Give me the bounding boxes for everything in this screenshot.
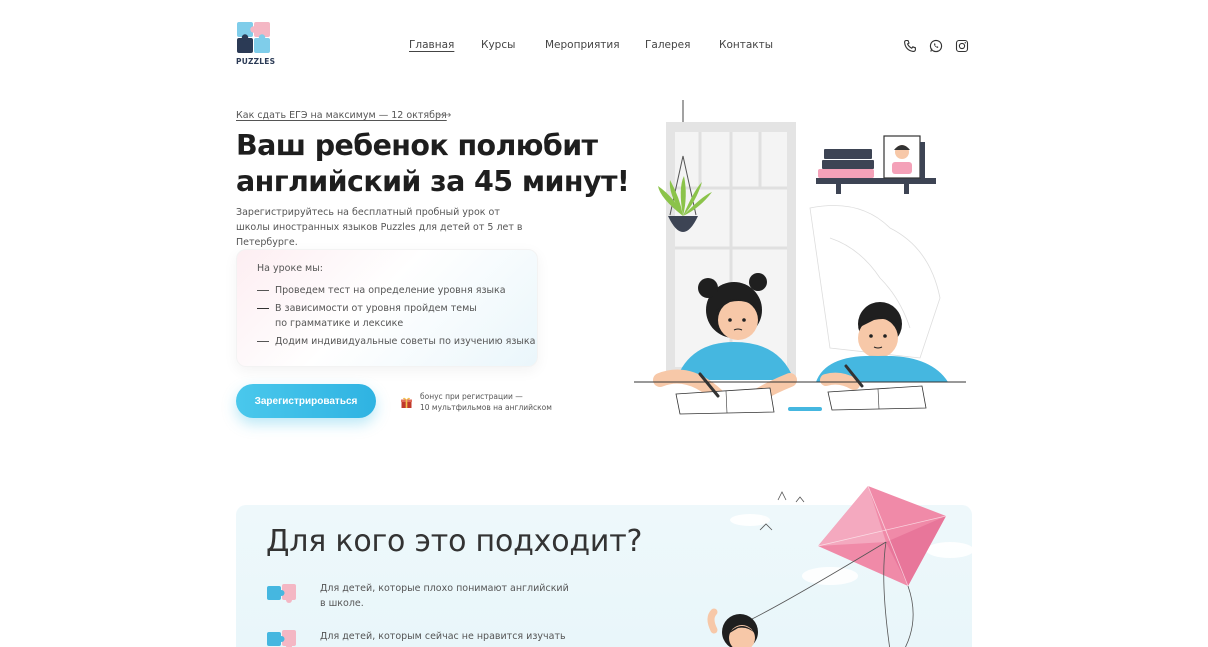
lesson-card-item: В зависимости от уровня пройдем темы по … — [257, 301, 477, 331]
nav-item-courses[interactable]: Курсы — [481, 39, 515, 51]
lesson-card-item-text: В зависимости от уровня пройдем темы по … — [275, 303, 477, 329]
puzzle-icon — [266, 628, 298, 647]
lesson-card-title: На уроке мы: — [257, 263, 323, 274]
kids-learning-illustration — [630, 98, 970, 428]
dash-icon — [257, 290, 269, 291]
audience-item: Для детей, которые плохо понимают англий… — [320, 583, 569, 609]
section-title: Для кого это подходит? — [266, 524, 643, 559]
lesson-card-item-text: Проведем тест на определение уровня язык… — [275, 285, 506, 296]
puzzle-icon — [266, 582, 298, 606]
brand-name: PUZZLES — [236, 57, 276, 66]
brand-logo[interactable]: PUZZLES — [236, 21, 276, 67]
nav-item-contacts[interactable]: Контакты — [719, 39, 773, 51]
nav-item-events[interactable]: Мероприятия — [545, 39, 620, 51]
event-link[interactable]: Как сдать ЕГЭ на максимум — 12 октября — [236, 110, 447, 121]
lesson-card: На уроке мы: Проведем тест на определени… — [236, 249, 538, 367]
lesson-card-item: Додим индивидуальные советы по изучению … — [257, 334, 535, 349]
boy-figure — [816, 302, 948, 390]
register-button[interactable]: Зарегистрироваться — [236, 384, 376, 418]
hero-subtitle: Зарегистрируйтесь на бесплатный пробный … — [236, 207, 523, 248]
dash-icon — [257, 308, 269, 309]
landing-page: PUZZLES Главная Курсы Мероприятия Галере… — [0, 0, 1208, 647]
lesson-card-item-text: Додим индивидуальные советы по изучению … — [275, 336, 536, 347]
puzzle-logo-icon — [237, 22, 270, 53]
lesson-card-item: Проведем тест на определение уровня язык… — [257, 283, 506, 298]
dash-icon — [257, 341, 269, 342]
kite-girl-illustration — [690, 480, 980, 647]
arrow-right-icon: ⟶ — [437, 110, 452, 121]
phone-icon[interactable] — [903, 38, 917, 52]
instagram-icon[interactable] — [955, 38, 969, 53]
social-links — [903, 38, 969, 53]
gift-icon — [400, 394, 413, 408]
nav-item-home[interactable]: Главная — [409, 39, 454, 51]
bonus-text: бонус при регистрации — 10 мультфильмов … — [420, 392, 552, 412]
whatsapp-icon[interactable] — [929, 38, 943, 53]
audience-item: Для детей, которым сейчас не нравится из… — [320, 631, 566, 642]
hero-title: Ваш ребенок полюбит английский за 45 мин… — [236, 129, 630, 198]
nav-item-gallery[interactable]: Галерея — [645, 39, 690, 51]
